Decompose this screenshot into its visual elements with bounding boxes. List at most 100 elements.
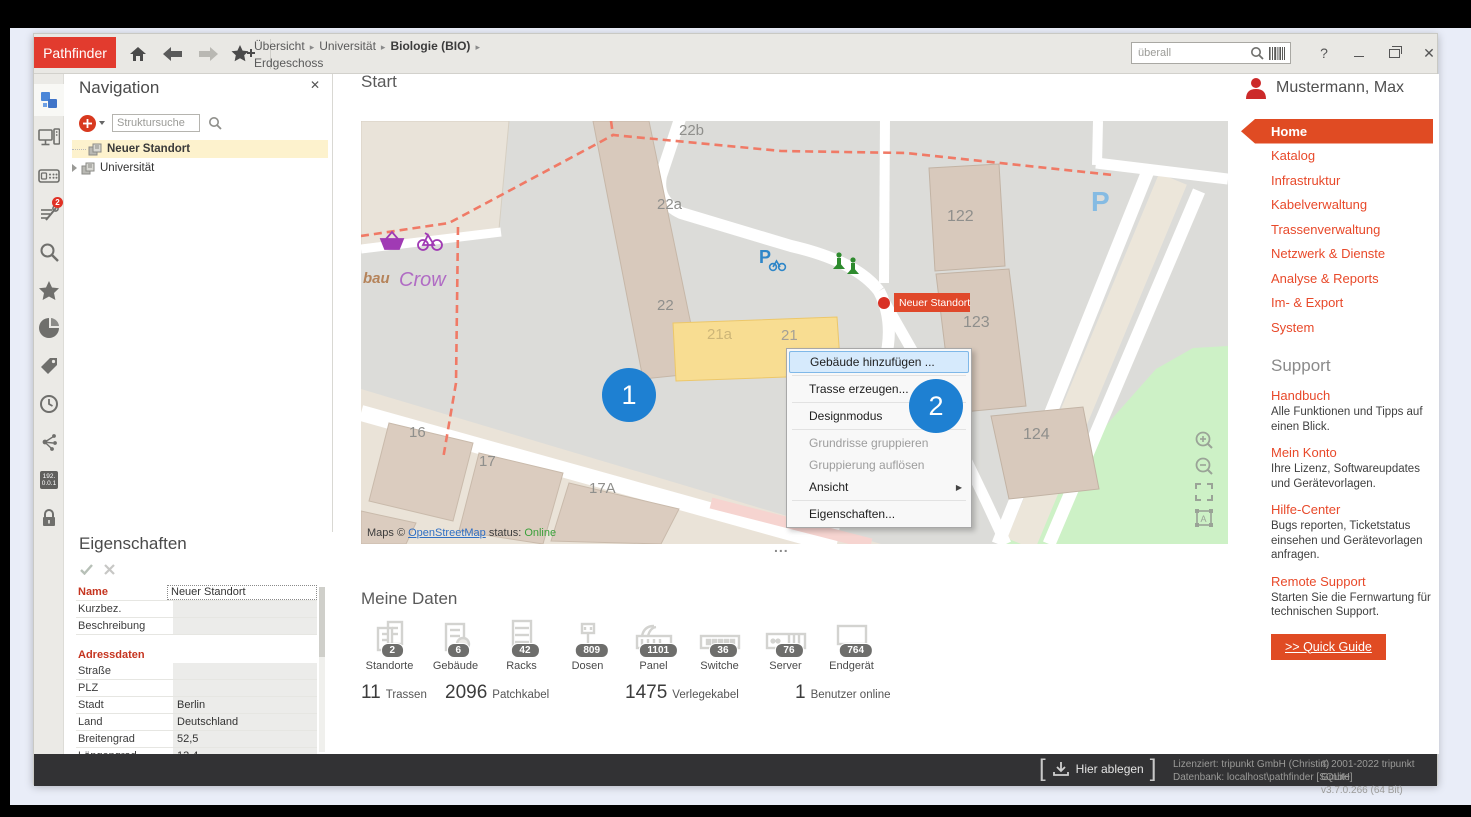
search-input[interactable] [1132, 47, 1247, 59]
lock-icon[interactable] [34, 502, 64, 534]
quick-guide-button[interactable]: >> Quick Guide [1271, 634, 1386, 660]
zoom-in-icon[interactable] [1194, 430, 1214, 450]
breadcrumb-item-floor[interactable]: Erdgeschoss [254, 56, 323, 70]
support-link[interactable]: Mein Konto [1271, 445, 1431, 460]
auto-layout-icon[interactable]: A [1194, 508, 1214, 528]
fit-view-icon[interactable] [1194, 482, 1214, 502]
titlebar: Pathfinder Übersicht▸Universität▸Biologi… [34, 34, 1437, 74]
tree-item-universitaet[interactable]: Universität [72, 159, 328, 177]
minimize-button[interactable] [1346, 42, 1372, 64]
zoom-out-icon[interactable] [1194, 456, 1214, 476]
bracket-right: ] [1150, 757, 1157, 781]
stat-server[interactable]: 76 Server [757, 616, 814, 672]
menu-katalog[interactable]: Katalog [1241, 144, 1433, 169]
stat-endgeraet[interactable]: 764 Endgerät [823, 616, 880, 672]
menu-item-ansicht[interactable]: Ansicht▶ [789, 476, 969, 498]
menu-item-eigenschaften[interactable]: Eigenschaften... [789, 503, 969, 525]
close-button[interactable]: ✕ [1416, 42, 1442, 64]
barcode-scan-icon[interactable] [1267, 47, 1290, 60]
map-label: 22b [679, 122, 704, 139]
kurzbez-field[interactable] [173, 601, 317, 617]
app-menu-button[interactable]: Pathfinder [34, 37, 116, 68]
support-link[interactable]: Hilfe-Center [1271, 502, 1431, 517]
pie-report-icon[interactable] [34, 312, 64, 344]
structure-icon[interactable] [34, 84, 64, 116]
expand-icon[interactable] [72, 164, 77, 172]
stat-standorte[interactable]: 2 Standorte [361, 616, 418, 672]
chevron-down-icon[interactable] [99, 121, 105, 125]
structure-search-icon[interactable] [208, 116, 222, 130]
menu-analyse-reports[interactable]: Analyse & Reports [1241, 266, 1433, 291]
svg-text:A: A [1201, 514, 1207, 524]
back-icon[interactable] [161, 43, 185, 65]
breadcrumb-item-current[interactable]: Biologie (BIO) [390, 39, 470, 53]
menu-item-gebaeude-hinzufuegen[interactable]: Gebäude hinzufügen ... [789, 351, 969, 373]
home-icon[interactable] [126, 43, 150, 65]
breitengrad-field[interactable]: 52,5 [173, 731, 317, 747]
stat-dosen[interactable]: 809 Dosen [559, 616, 616, 672]
help-button[interactable]: ? [1311, 42, 1337, 64]
discard-button[interactable] [101, 562, 118, 577]
properties-scrollbar[interactable] [319, 587, 325, 752]
favorites-icon[interactable] [34, 274, 64, 306]
map-resize-handle[interactable]: ... [774, 539, 789, 555]
drop-zone[interactable]: [ Hier ablegen ] [1039, 757, 1156, 781]
forward-icon[interactable] [196, 43, 220, 65]
map-label: 22a [657, 196, 683, 213]
menu-system[interactable]: System [1241, 315, 1433, 340]
openstreetmap-link[interactable]: OpenStreetMap [408, 527, 486, 539]
add-structure-button[interactable] [79, 115, 96, 132]
maximize-button[interactable] [1381, 42, 1407, 64]
menu-kabelverwaltung[interactable]: Kabelverwaltung [1241, 193, 1433, 218]
apply-button[interactable] [78, 562, 95, 577]
breadcrumb-item[interactable]: Übersicht [254, 39, 305, 53]
map-status-online: Online [524, 527, 556, 539]
breadcrumb[interactable]: Übersicht▸Universität▸Biologie (BIO)▸ Er… [254, 38, 485, 71]
stadt-field[interactable]: Berlin [173, 697, 317, 713]
stat-switche[interactable]: 36 Switche [691, 616, 748, 672]
menu-netzwerk-dienste[interactable]: Netzwerk & Dienste [1241, 242, 1433, 267]
meine-daten-title: Meine Daten [361, 589, 457, 609]
workstation-icon[interactable] [34, 122, 64, 154]
tree-item-neuer-standort[interactable]: Neuer Standort [72, 140, 328, 158]
structure-search-input[interactable] [112, 114, 200, 132]
tools-icon[interactable]: 2 [34, 198, 64, 230]
user-info[interactable]: Mustermann, Max [1244, 77, 1404, 99]
plz-field[interactable] [173, 680, 317, 696]
ip-icon[interactable]: 192.0.0.1 [34, 464, 64, 496]
map-label: 17A [589, 480, 616, 497]
property-row: Stadt Berlin [76, 697, 317, 714]
module-toolbar: 2 192.0.0.1 [34, 74, 64, 754]
support-link[interactable]: Handbuch [1271, 388, 1431, 403]
stat-panel[interactable]: 1101 Panel [625, 616, 682, 672]
search-icon[interactable] [1247, 46, 1267, 60]
menu-home[interactable]: Home [1241, 119, 1433, 144]
breadcrumb-item[interactable]: Universität [319, 39, 376, 53]
global-search [1131, 42, 1291, 64]
support-link[interactable]: Remote Support [1271, 574, 1431, 589]
topology-icon[interactable] [34, 426, 64, 458]
map-controls: A [1194, 430, 1214, 528]
search-module-icon[interactable] [34, 236, 64, 268]
menu-trassenverwaltung[interactable]: Trassenverwaltung [1241, 217, 1433, 242]
add-favorite-icon[interactable] [231, 43, 255, 65]
main-menu: Home Katalog Infrastruktur Kabelverwaltu… [1241, 119, 1433, 340]
panel-icon[interactable] [34, 160, 64, 192]
panel-close-icon[interactable]: ✕ [310, 78, 320, 92]
stat-gebaeude[interactable]: 6 Gebäude [427, 616, 484, 672]
user-icon [1244, 77, 1268, 99]
property-row: Breitengrad 52,5 [76, 731, 317, 748]
page-title: Start [361, 72, 397, 92]
stat-racks[interactable]: 42 Racks [493, 616, 550, 672]
map-building[interactable] [991, 407, 1099, 499]
tag-icon[interactable] [34, 350, 64, 382]
history-clock-icon[interactable] [34, 388, 64, 420]
structure-add-row [79, 114, 222, 132]
menu-infrastruktur[interactable]: Infrastruktur [1241, 168, 1433, 193]
name-field[interactable] [167, 585, 317, 600]
beschreibung-field[interactable] [173, 618, 317, 634]
land-field[interactable]: Deutschland [173, 714, 317, 730]
support-hilfe-center: Hilfe-Center Bugs reporten, Ticketstatus… [1271, 502, 1431, 563]
menu-im-export[interactable]: Im- & Export [1241, 291, 1433, 316]
strasse-field[interactable] [173, 663, 317, 679]
